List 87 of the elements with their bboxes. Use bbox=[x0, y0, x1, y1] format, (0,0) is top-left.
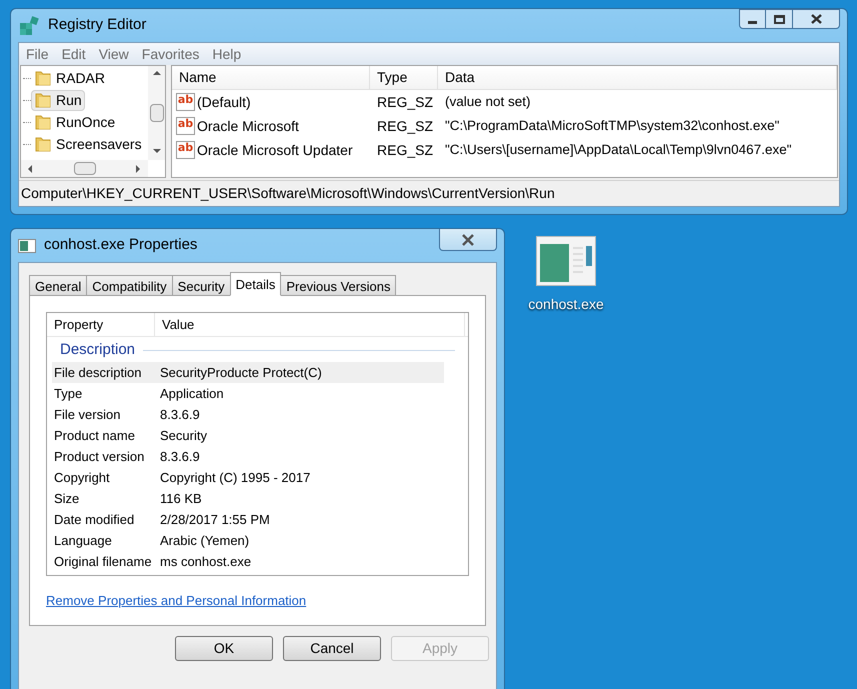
tree-item[interactable]: Run bbox=[31, 90, 85, 110]
property-value: 8.3.6.9 bbox=[160, 406, 200, 424]
close-icon bbox=[810, 14, 822, 24]
value-data: "C:\Users\[username]\AppData\Local\Temp\9lvn0467.exe" bbox=[444, 140, 792, 159]
window-icon bbox=[18, 238, 36, 252]
application-window-icon[interactable] bbox=[536, 236, 596, 286]
value-data: (value not set) bbox=[444, 92, 531, 111]
close-icon bbox=[461, 234, 475, 246]
tab[interactable]: Details bbox=[230, 272, 282, 296]
scroll-thumb[interactable] bbox=[74, 162, 96, 175]
window-title: Registry Editor bbox=[48, 15, 146, 36]
menu-item[interactable]: Favorites bbox=[142, 44, 200, 64]
window-title: conhost.exe Properties bbox=[44, 235, 198, 256]
property-row[interactable]: Original filename ms conhost.exe bbox=[52, 551, 444, 572]
property-name: Product version bbox=[53, 448, 146, 466]
vertical-scrollbar[interactable] bbox=[148, 66, 165, 160]
value-name[interactable]: (Default) bbox=[197, 92, 251, 112]
horizontal-scrollbar[interactable] bbox=[21, 160, 148, 177]
tree-item[interactable]: RunOnce bbox=[31, 112, 118, 132]
registry-app-icon bbox=[18, 14, 40, 36]
dialog-button[interactable]: OK bbox=[175, 636, 273, 661]
string-value-icon: ab bbox=[176, 117, 195, 135]
string-value-icon: ab bbox=[176, 141, 195, 159]
folder-icon bbox=[34, 113, 52, 131]
column-header[interactable]: Value bbox=[155, 313, 465, 336]
column-header[interactable]: Data bbox=[438, 66, 837, 89]
property-name: File version bbox=[53, 406, 122, 424]
desktop-icon-label[interactable]: conhost.exe bbox=[528, 294, 604, 315]
property-row[interactable]: Date modified 2/28/2017 1:55 PM bbox=[52, 509, 444, 530]
property-value: SecurityProducte Protect(C) bbox=[160, 364, 322, 382]
tab[interactable]: General bbox=[29, 275, 88, 296]
scroll-thumb[interactable] bbox=[150, 104, 164, 122]
tree-item[interactable]: RADAR bbox=[31, 68, 108, 88]
property-name: File description bbox=[53, 364, 142, 382]
property-row[interactable]: File version 8.3.6.9 bbox=[52, 404, 444, 425]
tab[interactable]: Compatibility bbox=[86, 275, 173, 296]
property-row[interactable]: Size 116 KB bbox=[52, 488, 444, 509]
column-header[interactable]: Type bbox=[370, 66, 438, 89]
close-button[interactable] bbox=[439, 229, 497, 251]
property-name: Size bbox=[53, 490, 80, 508]
dialog-button[interactable]: Cancel bbox=[283, 636, 381, 661]
property-value: Application bbox=[160, 384, 224, 403]
property-row[interactable]: Product version 8.3.6.9 bbox=[52, 446, 444, 467]
menu-item[interactable]: View bbox=[98, 44, 129, 64]
property-name: Original filename bbox=[53, 552, 153, 571]
value-type: REG_SZ bbox=[376, 116, 434, 136]
value-name[interactable]: Oracle Microsoft Updater bbox=[197, 140, 353, 160]
value-type: REG_SZ bbox=[376, 92, 434, 112]
scroll-right-icon[interactable] bbox=[133, 164, 143, 174]
value-name[interactable]: Oracle Microsoft bbox=[197, 116, 299, 136]
property-value: 2/28/2017 1:55 PM bbox=[160, 510, 270, 529]
property-name: Date modified bbox=[53, 510, 136, 529]
property-name: Type bbox=[53, 384, 84, 403]
status-bar: Computer\HKEY_CURRENT_USER\Software\Microsoft\Windows\CurrentVersion\Run bbox=[19, 180, 839, 206]
value-type: REG_SZ bbox=[376, 140, 434, 160]
column-header[interactable]: Property bbox=[47, 313, 155, 336]
property-value: Security bbox=[160, 426, 207, 445]
property-value: Copyright (C) 1995 - 2017 bbox=[160, 468, 310, 487]
property-name: Product name bbox=[53, 426, 136, 445]
column-header[interactable]: Name bbox=[172, 66, 370, 89]
property-row[interactable]: File description SecurityProducte Protect(C) bbox=[52, 362, 444, 383]
property-value: Arabic (Yemen) bbox=[160, 532, 250, 550]
folder-icon bbox=[34, 135, 52, 153]
property-row[interactable]: Copyright Copyright (C) 1995 - 2017 bbox=[52, 467, 444, 488]
minimize-button[interactable] bbox=[739, 9, 766, 29]
menu-item[interactable]: File bbox=[26, 44, 49, 64]
property-value: 116 KB bbox=[160, 490, 202, 508]
property-name: Language bbox=[53, 532, 113, 550]
maximize-button[interactable] bbox=[766, 9, 793, 29]
folder-icon bbox=[34, 91, 52, 109]
value-data: "C:\ProgramData\MicroSoftTMP\system32\conhost.exe" bbox=[444, 116, 780, 135]
tree-item[interactable]: Screensavers bbox=[31, 134, 145, 154]
property-row[interactable]: Type Application bbox=[52, 383, 444, 404]
menu-item[interactable]: Help bbox=[212, 44, 242, 64]
property-row[interactable]: Language Arabic (Yemen) bbox=[52, 530, 444, 551]
string-value-icon: ab bbox=[176, 93, 195, 111]
close-button[interactable] bbox=[793, 9, 840, 29]
folder-icon bbox=[34, 69, 52, 87]
property-name: Copyright bbox=[53, 468, 111, 487]
property-value: ms conhost.exe bbox=[160, 552, 252, 571]
tab[interactable]: Previous Versions bbox=[280, 275, 396, 296]
menu-item[interactable]: Edit bbox=[62, 44, 86, 64]
property-value: 8.3.6.9 bbox=[160, 448, 200, 466]
property-row[interactable]: Product name Security bbox=[52, 425, 444, 446]
tab[interactable]: Security bbox=[172, 275, 231, 296]
remove-properties-link[interactable]: Remove Properties and Personal Information bbox=[46, 591, 306, 610]
group-heading: Description bbox=[60, 340, 136, 360]
